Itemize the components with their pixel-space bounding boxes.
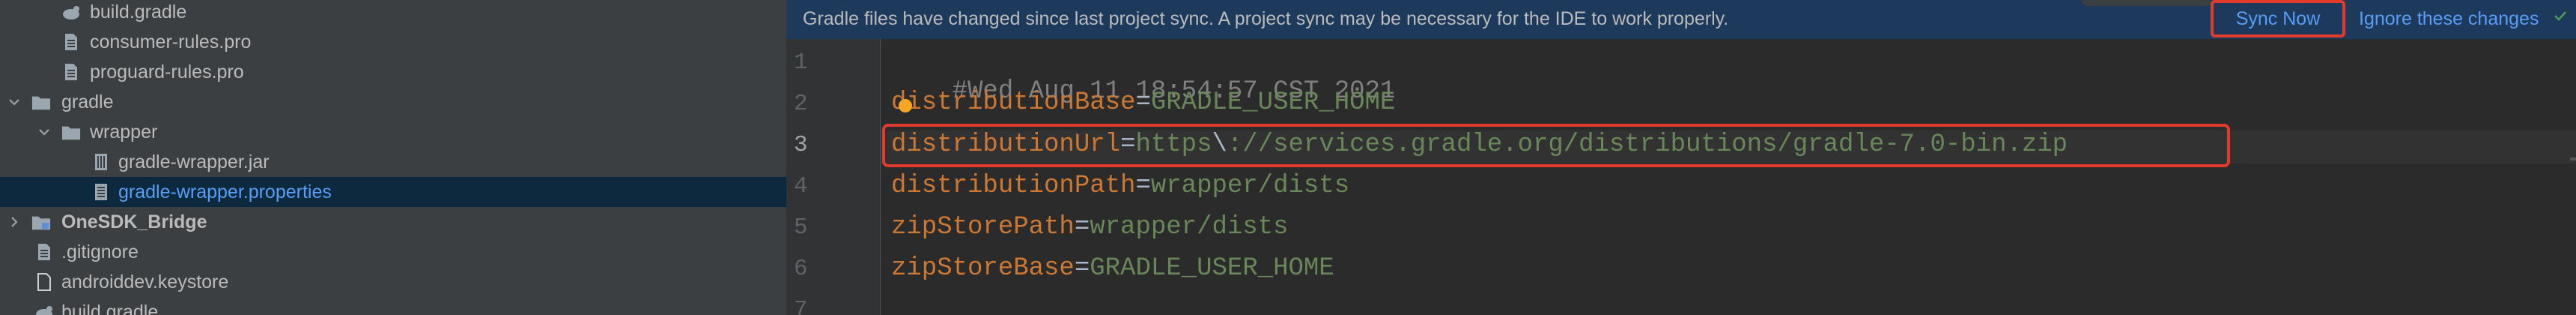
tree-item-wrapper-folder[interactable]: wrapper — [0, 117, 786, 147]
property-value: wrapper/dists — [1150, 172, 1350, 200]
tree-item-label: consumer-rules.pro — [90, 31, 252, 52]
tree-item-build-gradle[interactable]: build.gradle — [0, 0, 786, 27]
line-number: 3 — [794, 132, 808, 158]
gradle-sync-notification: Gradle files have changed since last pro… — [786, 0, 2576, 39]
intention-bulb-icon[interactable] — [899, 99, 912, 112]
tree-item-label: build.gradle — [90, 1, 187, 22]
code-line-6[interactable]: zipStoreBase=GRADLE_USER_HOME — [891, 254, 1334, 284]
gradle-file-icon — [61, 2, 81, 22]
code-line-4[interactable]: distributionPath=wrapper/dists — [891, 171, 1349, 201]
folder-icon — [61, 122, 81, 142]
property-key: zipStoreBase — [891, 254, 1075, 283]
tree-item-build-gradle-root[interactable]: build.gradle — [0, 297, 786, 315]
tree-item-label: build.gradle — [61, 301, 159, 315]
tree-item-label: .gitignore — [61, 241, 139, 262]
tree-item-label: gradle-wrapper.jar — [118, 151, 270, 172]
equals-sign: = — [1135, 88, 1151, 117]
tree-item-gradle-wrapper-jar[interactable]: gradle-wrapper.jar — [0, 147, 786, 177]
property-value: GRADLE_USER_HOME — [1090, 254, 1334, 283]
line-number: 5 — [794, 214, 808, 241]
inspection-ok-icon[interactable] — [2554, 9, 2567, 22]
gradle-file-icon — [34, 302, 54, 315]
line-number: 6 — [794, 256, 808, 282]
line-number: 1 — [794, 50, 808, 76]
tree-item-label: androiddev.keystore — [61, 271, 229, 292]
line-number: 7 — [794, 297, 808, 315]
equals-sign: = — [1074, 254, 1090, 283]
tree-item-label: OneSDK_Bridge — [61, 211, 207, 232]
line-number: 4 — [794, 173, 808, 200]
tree-item-gradle-folder[interactable]: gradle — [0, 87, 786, 117]
text-file-icon — [34, 242, 54, 262]
tree-item-gradle-wrapper-properties[interactable]: gradle-wrapper.properties — [0, 177, 786, 207]
tree-item-androiddev-keystore[interactable]: androiddev.keystore — [0, 267, 786, 297]
code-line-5[interactable]: zipStorePath=wrapper/dists — [891, 212, 1289, 242]
chevron-down-icon[interactable] — [36, 124, 52, 140]
notification-tab-edge — [2082, 0, 2213, 6]
sync-now-link[interactable]: Sync Now — [2211, 0, 2345, 38]
tree-item-proguard-rules[interactable]: proguard-rules.pro — [0, 57, 786, 87]
chevron-right-icon[interactable] — [6, 214, 22, 230]
text-file-icon — [61, 32, 81, 52]
jar-file-icon — [91, 152, 111, 172]
file-icon — [34, 272, 54, 292]
text-file-icon — [61, 62, 81, 82]
project-tree-panel: build.gradle consumer-rules.pro proguard… — [0, 0, 786, 315]
scrollbar-marker — [2570, 158, 2576, 160]
equals-sign: = — [1135, 172, 1151, 200]
tree-item-onesdk-bridge[interactable]: OneSDK_Bridge — [0, 207, 786, 237]
property-value: GRADLE_USER_HOME — [1150, 88, 1396, 117]
property-value: wrapper/dists — [1090, 213, 1289, 242]
ignore-changes-link[interactable]: Ignore these changes — [2359, 8, 2539, 30]
folder-icon — [31, 92, 51, 112]
module-folder-icon — [31, 212, 51, 232]
tree-item-label: gradle — [61, 91, 114, 112]
code-line-2[interactable]: distributionBase=GRADLE_USER_HOME — [891, 88, 1395, 118]
tree-item-label: proguard-rules.pro — [90, 61, 244, 82]
chevron-down-icon[interactable] — [6, 94, 22, 110]
notification-message: Gradle files have changed since last pro… — [803, 8, 1729, 29]
line-number: 2 — [794, 91, 808, 117]
tree-item-gitignore[interactable]: .gitignore — [0, 237, 786, 267]
properties-file-icon — [91, 182, 111, 202]
property-key: zipStorePath — [891, 213, 1075, 242]
gutter-separator — [880, 39, 881, 315]
equals-sign: = — [1074, 213, 1090, 242]
tree-item-label: gradle-wrapper.properties — [118, 181, 332, 202]
tree-item-label: wrapper — [90, 121, 158, 142]
property-key: distributionBase — [891, 88, 1136, 117]
annotation-highlight-box — [882, 124, 2230, 167]
tree-item-consumer-rules[interactable]: consumer-rules.pro — [0, 27, 786, 57]
property-key: distributionPath — [891, 172, 1136, 200]
editor-pane[interactable]: Gradle files have changed since last pro… — [786, 0, 2576, 315]
